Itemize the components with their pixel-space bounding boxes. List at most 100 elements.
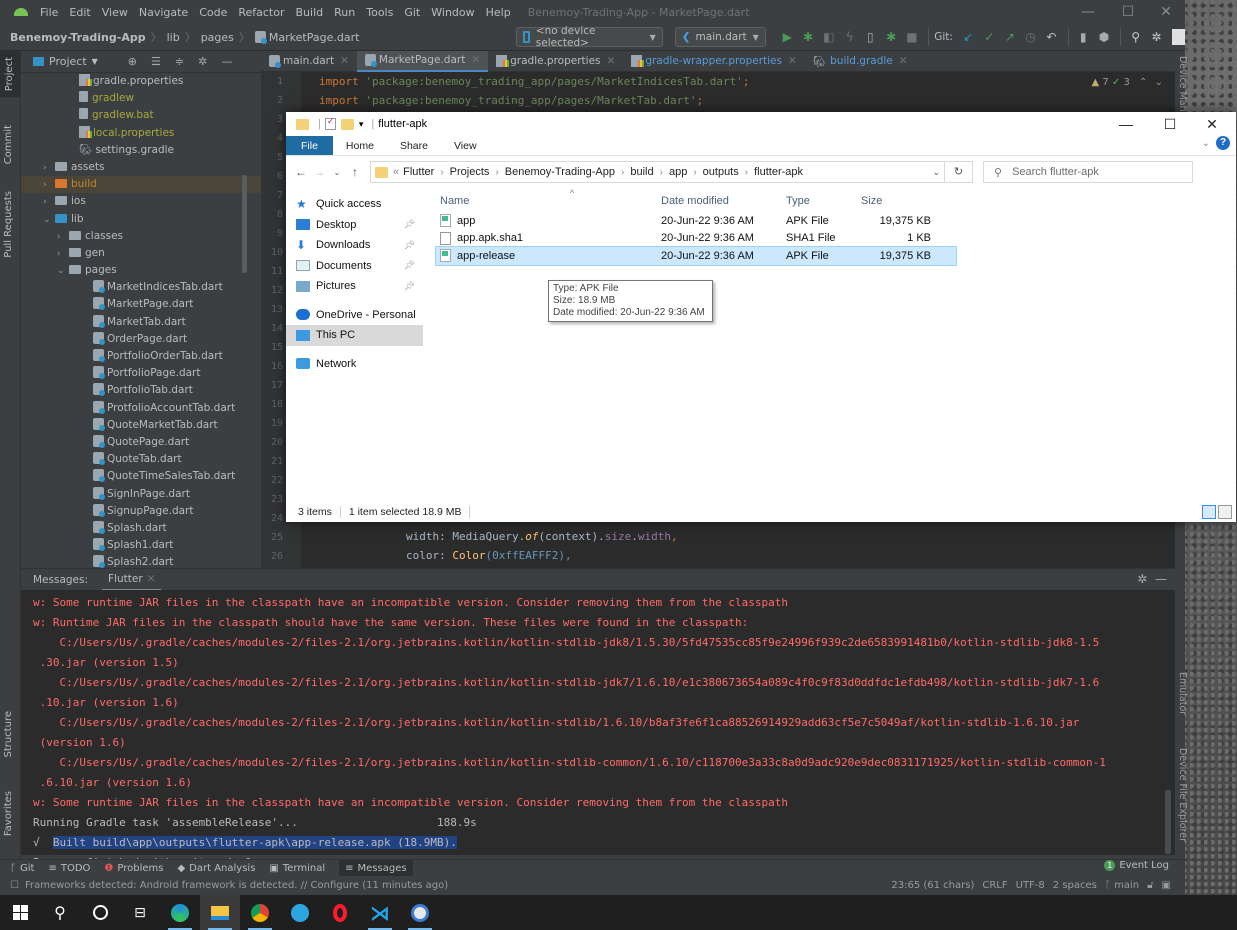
path-overflow-button[interactable]: « (393, 166, 399, 178)
expand-ribbon-icon[interactable]: ⌄ (1202, 138, 1210, 149)
project-scrollbar[interactable] (242, 175, 247, 273)
event-log-button[interactable]: 1 Event Log (1104, 860, 1169, 871)
menu-refactor[interactable]: Refactor (238, 6, 284, 19)
status-message[interactable]: Frameworks detected: Android framework i… (25, 880, 448, 891)
project-tree-item[interactable]: PortfolioOrderTab.dart (21, 348, 261, 365)
close-button[interactable]: ✕ (1194, 114, 1230, 134)
avatar[interactable] (1171, 29, 1185, 45)
chevron-right-icon[interactable]: › (43, 177, 55, 194)
project-tree-item[interactable]: QuoteMarketTab.dart (21, 417, 261, 434)
editor-tab[interactable]: gradle.properties ✕ (488, 51, 623, 72)
menu-run[interactable]: Run (334, 6, 355, 19)
chevron-right-icon[interactable]: › (57, 229, 69, 246)
file-row[interactable]: app-release 20-Jun-22 9:36 AM APK File 19,3… (435, 246, 957, 266)
commit-tool-tab[interactable]: Commit (3, 125, 14, 164)
settings-icon[interactable]: ✲ (1147, 27, 1166, 47)
minimize-button[interactable]: — (1108, 114, 1144, 134)
project-tree-item[interactable]: PortfolioPage.dart (21, 365, 261, 382)
breadcrumb-lib[interactable]: lib (167, 31, 180, 44)
project-tree-item[interactable]: local.properties (21, 125, 261, 142)
editor-tab[interactable]: gradle-wrapper.properties ✕ (623, 51, 804, 72)
project-tree-item[interactable]: MarketIndicesTab.dart (21, 279, 261, 296)
ribbon-tab-share[interactable]: Share (387, 136, 441, 155)
chevron-down-icon[interactable]: ⌄ (57, 263, 69, 280)
file-row[interactable]: app.apk.sha1 20-Jun-22 9:36 AM SHA1 File 1 … (436, 230, 956, 248)
chevron-down-icon[interactable]: ▼ (92, 57, 98, 66)
close-tab-icon[interactable]: ✕ (471, 54, 480, 66)
device-manager-icon[interactable]: ▯ (861, 27, 880, 47)
project-tree-item[interactable]: QuotePage.dart (21, 434, 261, 451)
menu-edit[interactable]: Edit (69, 6, 90, 19)
customize-quick-access-icon[interactable]: ▾ (359, 119, 364, 130)
project-tree-item[interactable]: › ios (21, 193, 261, 210)
taskbar-file-explorer[interactable] (200, 895, 240, 930)
close-tab-icon[interactable]: ✕ (147, 573, 156, 585)
tool-window-git[interactable]: ᚴ Git (10, 863, 34, 874)
close-tab-icon[interactable]: ✕ (788, 55, 797, 67)
maximize-button[interactable]: ☐ (1152, 114, 1188, 134)
path-segment[interactable]: Flutter (403, 166, 434, 178)
cortana-button[interactable] (80, 895, 120, 930)
notifications-icon[interactable]: ▣ (1162, 880, 1171, 891)
chevron-right-icon[interactable]: › (43, 160, 55, 177)
messages-tab-flutter[interactable]: Flutter ✕ (102, 569, 162, 591)
nav-item-desktop[interactable]: Desktop 📌︎ (286, 215, 423, 236)
project-tree-item[interactable]: › build (21, 176, 261, 194)
hide-panel-icon[interactable]: — (221, 55, 232, 68)
path-segment[interactable]: build (630, 166, 653, 178)
details-view-button[interactable] (1202, 505, 1216, 519)
forward-button[interactable]: → (310, 165, 328, 179)
path-segment[interactable]: app (669, 166, 687, 178)
up-button[interactable]: ↑ (346, 165, 364, 179)
path-separator-icon[interactable]: › (440, 167, 443, 178)
path-segment[interactable]: flutter-apk (754, 166, 803, 178)
taskbar-edge[interactable] (160, 895, 200, 930)
indent-setting[interactable]: 2 spaces (1053, 880, 1097, 891)
rollback-icon[interactable]: ↶ (1042, 27, 1061, 47)
structure-tool-tab[interactable]: Structure (3, 711, 14, 758)
refresh-button[interactable]: ↻ (944, 162, 972, 182)
attach-debugger-icon[interactable]: ✱ (882, 27, 901, 47)
caret-position[interactable]: 23:65 (61 chars) (891, 880, 974, 891)
search-input[interactable]: ⚲ Search flutter-apk (983, 161, 1193, 183)
console-scrollbar[interactable] (1165, 790, 1171, 854)
tool-window-messages[interactable]: ≡ Messages (339, 859, 413, 877)
new-folder-icon[interactable] (340, 118, 354, 130)
editor-tab[interactable]: 🐘︎ build.gradle ✕ (805, 51, 916, 72)
inspection-widget[interactable]: ▲ 7 ✓ 3 ⌃ ⌄ (1091, 77, 1163, 88)
git-branch[interactable]: ᚴ main (1105, 880, 1139, 891)
project-tree-item[interactable]: SignupPage.dart (21, 503, 261, 520)
breadcrumb-file[interactable]: MarketPage.dart (269, 31, 360, 44)
search-button[interactable]: ⚲ (40, 895, 80, 930)
run-config-selector[interactable]: ❮ main.dart ▼ (674, 27, 766, 47)
emulator-tool-tab[interactable]: Emulator (1177, 672, 1188, 715)
nav-item-onedrive-personal[interactable]: OneDrive - Personal (286, 305, 423, 326)
column-date-modified[interactable]: Date modified (661, 195, 786, 207)
back-button[interactable]: ← (292, 165, 310, 179)
project-tool-tab[interactable]: Project (0, 51, 20, 98)
project-tree-item[interactable]: gradlew (21, 90, 261, 107)
project-tree-item[interactable]: gradlew.bat (21, 107, 261, 124)
pull-requests-tool-tab[interactable]: Pull Requests (3, 191, 14, 258)
project-tree-item[interactable]: SignInPage.dart (21, 486, 261, 503)
tool-window-todo[interactable]: ≡ TODO (48, 863, 90, 874)
project-tree-item[interactable]: ⌄ lib (21, 211, 261, 228)
close-button[interactable]: ✕ (1148, 2, 1184, 22)
favorites-tool-tab[interactable]: Favorites (3, 791, 14, 836)
menu-window[interactable]: Window (431, 6, 474, 19)
chevron-right-icon[interactable]: › (43, 194, 55, 211)
ribbon-tab-file[interactable]: File (286, 136, 333, 155)
properties-icon[interactable] (324, 116, 336, 130)
project-tree-item[interactable]: › classes (21, 228, 261, 245)
git-push-icon[interactable]: ↗ (1000, 27, 1019, 47)
path-separator-icon[interactable]: › (621, 167, 624, 178)
project-tree-item[interactable]: PortfolioTab.dart (21, 382, 261, 399)
path-separator-icon[interactable]: › (745, 167, 748, 178)
nav-item-pictures[interactable]: Pictures 📌︎ (286, 276, 423, 297)
previous-highlight-icon[interactable]: ⌃ (1139, 77, 1147, 88)
menu-git[interactable]: Git (404, 6, 420, 19)
nav-item-downloads[interactable]: ⬇ Downloads 📌︎ (286, 235, 423, 256)
nav-item-quick-access[interactable]: ★ Quick access (286, 194, 423, 215)
next-highlight-icon[interactable]: ⌄ (1155, 77, 1163, 88)
start-button[interactable] (0, 895, 40, 930)
